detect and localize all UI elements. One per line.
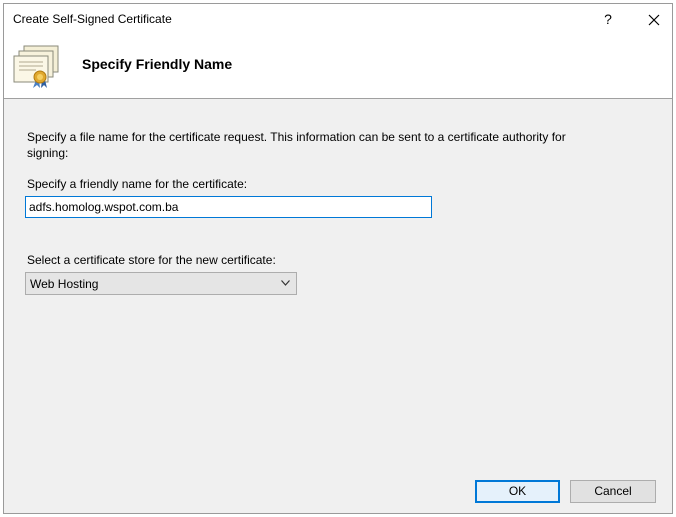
chevron-down-icon (281, 280, 290, 286)
ok-button[interactable]: OK (475, 480, 560, 503)
window-title: Create Self-Signed Certificate (13, 12, 172, 26)
close-button[interactable] (639, 7, 669, 31)
certificate-icon (13, 45, 59, 88)
wizard-header: Specify Friendly Name (4, 34, 672, 98)
title-bar: Create Self-Signed Certificate ? (4, 4, 672, 34)
certificate-store-label: Select a certificate store for the new c… (27, 253, 276, 267)
page-title: Specify Friendly Name (82, 56, 233, 72)
create-self-signed-certificate-dialog: Create Self-Signed Certificate ? Specify… (3, 3, 673, 514)
content-area: Specify a file name for the certificate … (4, 99, 672, 513)
certificate-store-dropdown[interactable]: Web Hosting (25, 272, 297, 295)
description-text: Specify a file name for the certificate … (27, 130, 566, 160)
friendly-name-input[interactable] (25, 196, 432, 218)
cancel-button[interactable]: Cancel (570, 480, 656, 503)
friendly-name-label: Specify a friendly name for the certific… (27, 177, 248, 191)
close-icon (648, 14, 660, 26)
help-icon: ? (604, 11, 612, 27)
certificate-store-value: Web Hosting (30, 277, 99, 291)
help-button[interactable]: ? (596, 7, 620, 31)
